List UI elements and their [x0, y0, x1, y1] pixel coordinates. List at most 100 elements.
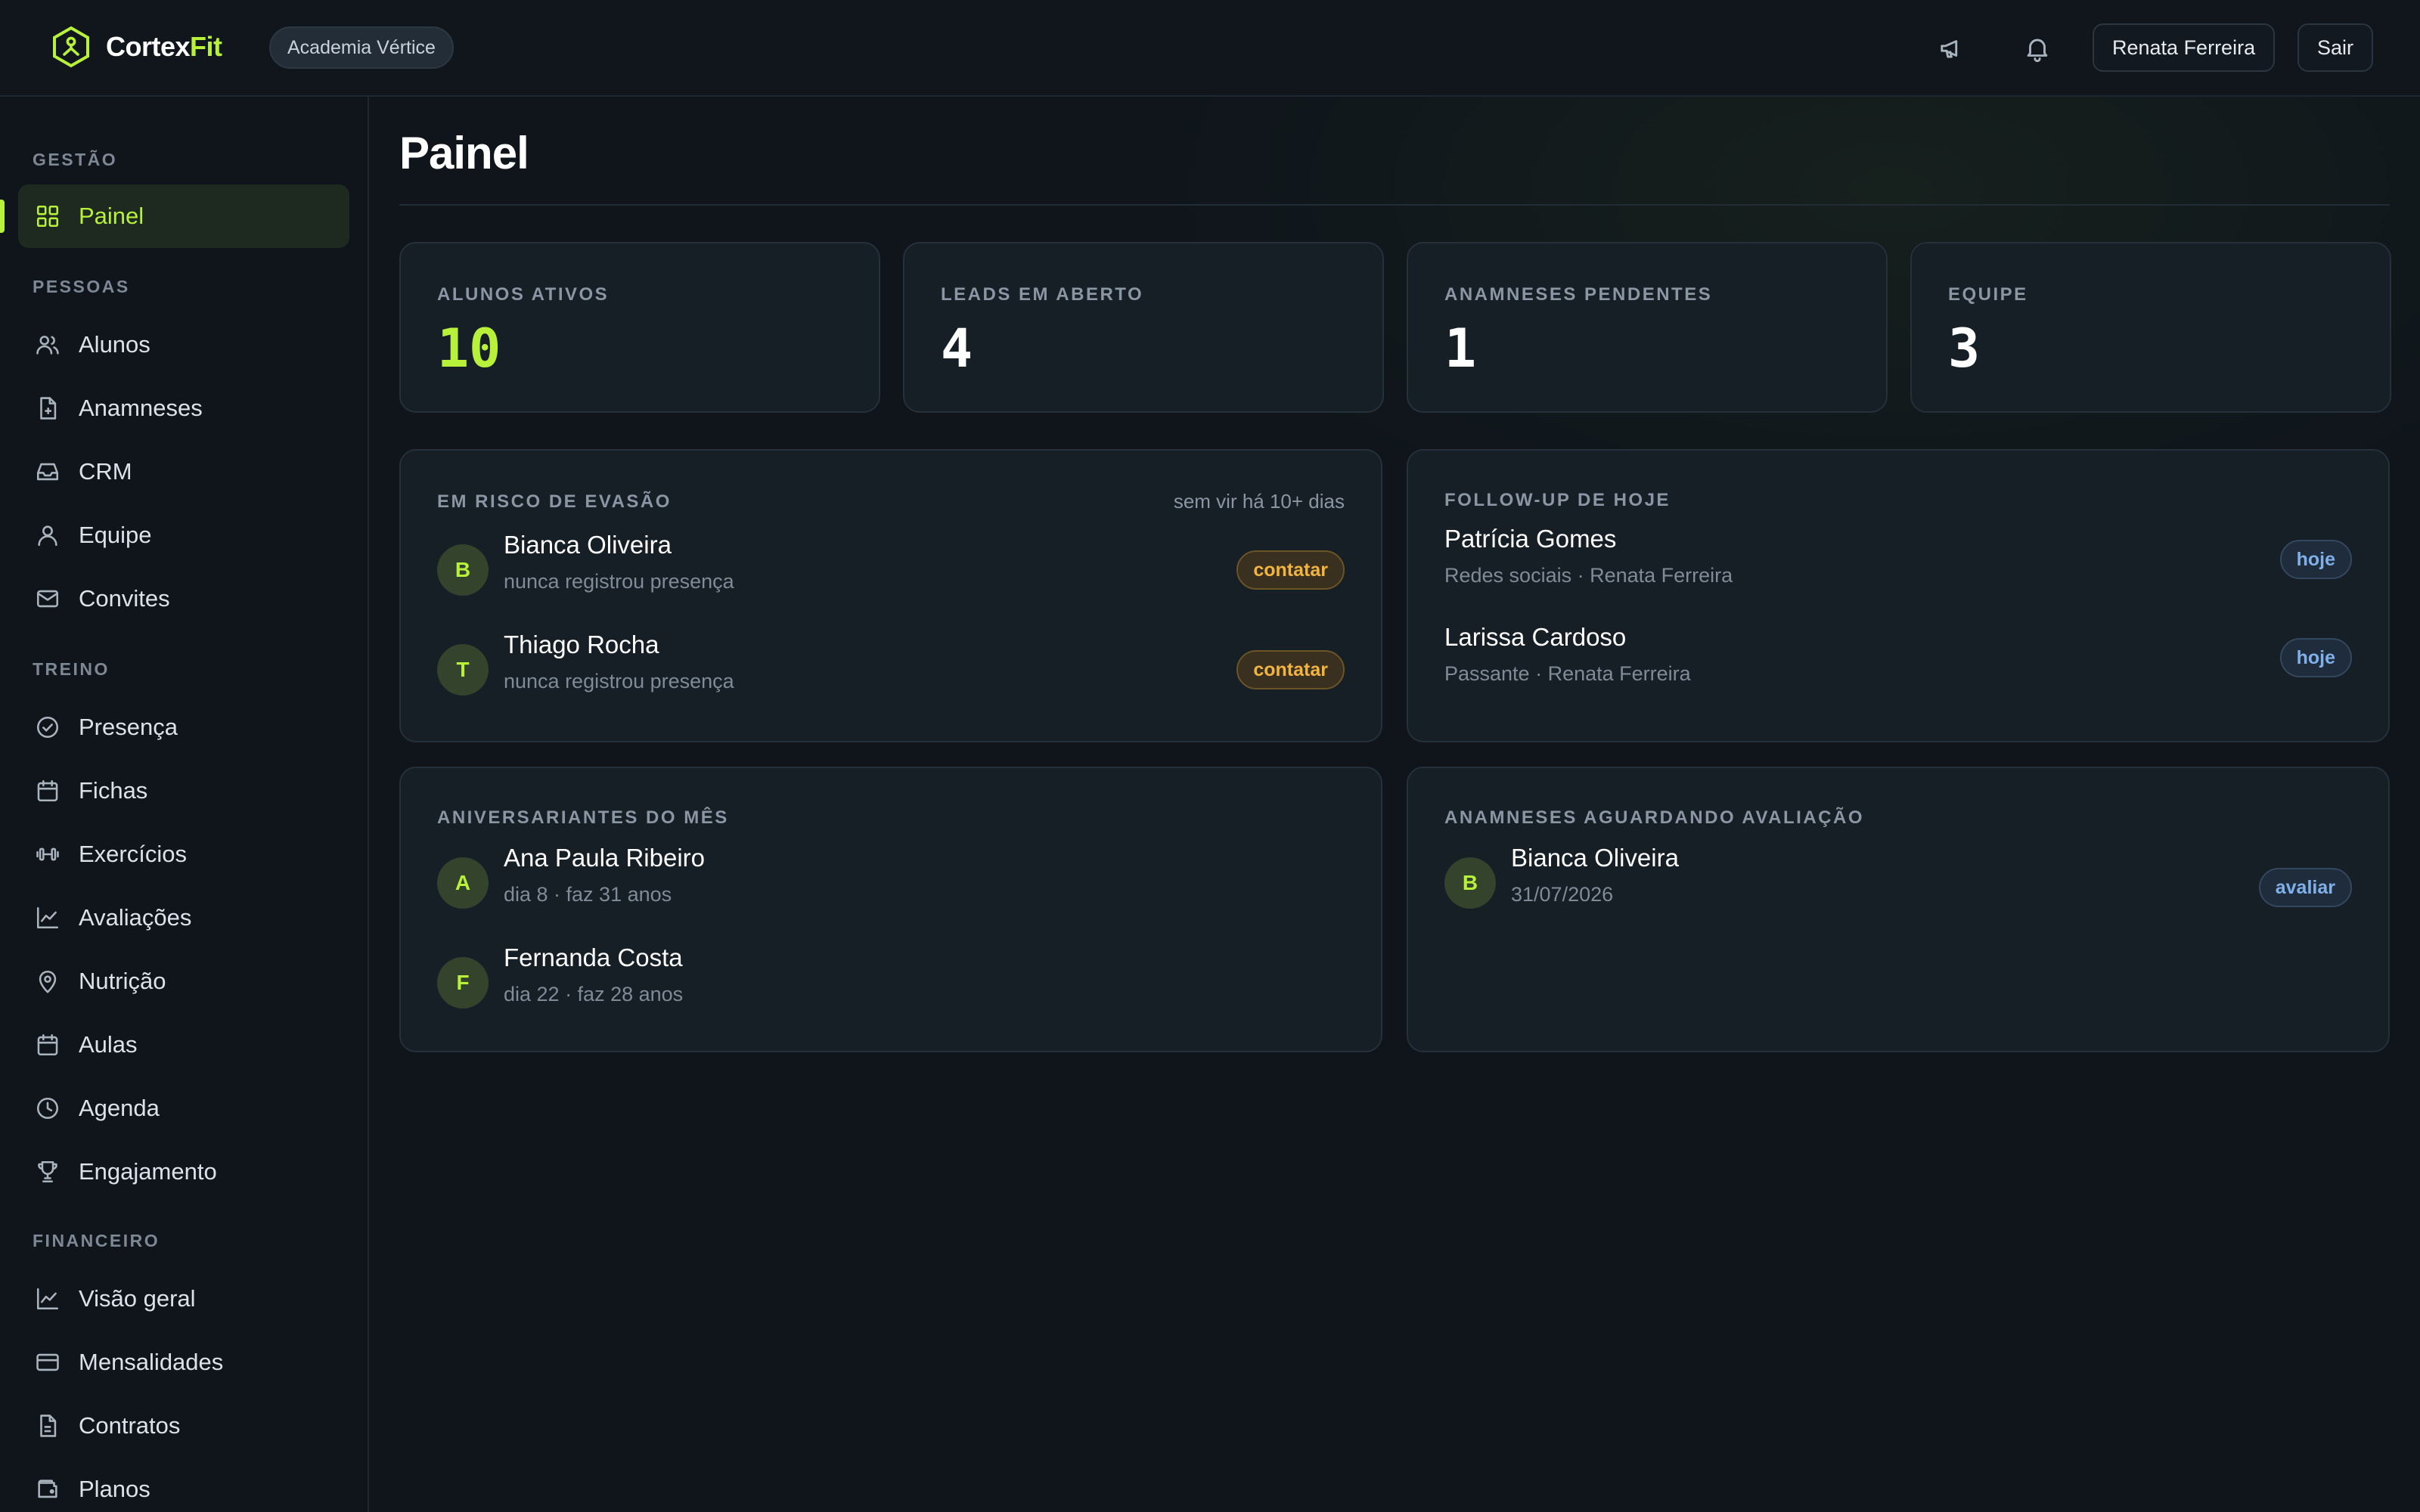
list-item[interactable]: B Bianca Oliveira nunca registrou presen… [437, 528, 1345, 603]
person-detail: dia 22 · faz 28 anos [504, 983, 684, 1005]
sidebar-item-equipe[interactable]: Equipe [18, 503, 349, 567]
sidebar-item-painel[interactable]: Painel [18, 184, 349, 248]
sidebar-item-label: Avaliações [79, 904, 192, 931]
stat-card-leads[interactable]: LEADS EM ABERTO 4 [903, 242, 1384, 413]
trophy-icon [38, 1160, 57, 1183]
sidebar-item-label: Equipe [79, 522, 152, 548]
person-name: Thiago Rocha [504, 631, 659, 658]
sidebar-item-mensalidades[interactable]: Mensalidades [18, 1331, 349, 1394]
list-item[interactable]: B Bianca Oliveira 31/07/2026 avaliar [1444, 841, 2352, 916]
person-name: Bianca Oliveira [1511, 844, 1679, 872]
person-name: Fernanda Costa [504, 943, 683, 971]
sidebar-item-alunos[interactable]: Alunos [18, 313, 349, 376]
sidebar-item-agenda[interactable]: Agenda [18, 1077, 349, 1140]
active-indicator [0, 200, 5, 233]
person-name: Patrícia Gomes [1444, 525, 1617, 553]
sidebar-item-label: Painel [79, 203, 144, 229]
check-circle-icon [36, 716, 59, 739]
sidebar-item-label: Exercícios [79, 841, 187, 867]
stat-value: 4 [941, 318, 973, 380]
stat-label: LEADS EM ABERTO [941, 284, 1144, 305]
hexagon-logo-icon [53, 26, 89, 68]
file-text-icon [40, 1414, 57, 1437]
stat-label: EQUIPE [1948, 284, 2028, 305]
list-item[interactable]: T Thiago Rocha nunca registrou presença … [437, 627, 1345, 703]
user-menu-button[interactable]: Renata Ferreira [2093, 23, 2276, 72]
stat-label: ALUNOS ATIVOS [437, 284, 610, 305]
sidebar-item-label: Aulas [79, 1031, 138, 1058]
chart-line-icon [36, 906, 59, 929]
sidebar-item-anamneses[interactable]: Anamneses [18, 376, 349, 440]
list-item[interactable]: F Fernanda Costa dia 22 · faz 28 anos [437, 940, 1345, 1016]
sidebar-item-avaliacoes[interactable]: Avaliações [18, 886, 349, 950]
credit-card-icon [36, 1353, 59, 1371]
stat-card-anamneses[interactable]: ANAMNESES PENDENTES 1 [1407, 242, 1888, 413]
sidebar-item-fichas[interactable]: Fichas [18, 759, 349, 823]
sidebar-section-pessoas: PESSOAS [33, 277, 130, 296]
sidebar-item-label: Presença [79, 714, 178, 740]
divider [399, 204, 2390, 206]
avatar: A [437, 857, 489, 909]
inbox-icon [36, 463, 59, 481]
logo[interactable]: CortexFit [51, 26, 222, 68]
brand-name-part1: Cortex [106, 31, 191, 62]
person-detail: dia 8 · faz 31 anos [504, 883, 672, 906]
logout-button[interactable]: Sair [2297, 23, 2374, 72]
list-item[interactable]: Larissa Cardoso Passante · Renata Ferrei… [1444, 620, 2352, 696]
sidebar-item-label: Contratos [79, 1412, 181, 1439]
sidebar-item-nutricao[interactable]: Nutrição [18, 950, 349, 1013]
sidebar-item-label: Engajamento [79, 1158, 217, 1185]
chart-line-icon [36, 1287, 59, 1310]
page-title: Painel [399, 128, 529, 178]
wallet-icon [38, 1479, 57, 1498]
sidebar-item-visao-geral[interactable]: Visão geral [18, 1267, 349, 1331]
birthdays-card: ANIVERSARIANTES DO MÊS A Ana Paula Ribei… [399, 767, 1382, 1052]
stat-card-alunos-ativos[interactable]: ALUNOS ATIVOS 10 [399, 242, 880, 413]
sidebar-item-label: Anamneses [79, 395, 203, 421]
sidebar-item-aulas[interactable]: Aulas [18, 1013, 349, 1077]
person-detail: Redes sociais · Renata Ferreira [1444, 564, 1733, 587]
card-title: EM RISCO DE EVASÃO [437, 491, 672, 512]
anamnesis-card: ANAMNESES AGUARDANDO AVALIAÇÃO B Bianca … [1407, 767, 2390, 1052]
topbar: CortexFit Academia Vértice Renata Ferrei… [0, 0, 2420, 97]
sidebar-item-label: Mensalidades [79, 1349, 224, 1375]
sidebar-item-engajamento[interactable]: Engajamento [18, 1140, 349, 1204]
sidebar-section-gestao: GESTÃO [33, 150, 118, 169]
sidebar-section-treino: TREINO [33, 659, 110, 679]
sidebar-item-presenca[interactable]: Presença [18, 696, 349, 759]
card-title: ANAMNESES AGUARDANDO AVALIAÇÃO [1444, 807, 1864, 828]
brand-name: CortexFit [106, 31, 222, 63]
sidebar-item-label: Agenda [79, 1095, 160, 1121]
stat-label: ANAMNESES PENDENTES [1444, 284, 1713, 305]
user-icon [38, 525, 57, 547]
contact-button[interactable]: contatar [1236, 550, 1345, 590]
organization-badge[interactable]: Academia Vértice [269, 26, 454, 69]
notifications-button[interactable] [2019, 30, 2055, 67]
person-name: Larissa Cardoso [1444, 623, 1627, 651]
sidebar-item-planos[interactable]: Planos [18, 1458, 349, 1512]
sidebar-item-contratos[interactable]: Contratos [18, 1394, 349, 1458]
sidebar-item-label: Alunos [79, 331, 150, 358]
app-root: CortexFit Academia Vértice Renata Ferrei… [0, 0, 2420, 1512]
contact-button[interactable]: contatar [1236, 650, 1345, 689]
sidebar-item-crm[interactable]: CRM [18, 440, 349, 503]
list-item[interactable]: Patrícia Gomes Redes sociais · Renata Fe… [1444, 522, 2352, 597]
sidebar-item-label: Fichas [79, 777, 148, 804]
sidebar: GESTÃO Painel PESSOAS Alunos Anamneses C… [0, 97, 369, 1512]
users-icon [36, 336, 59, 355]
evaluate-button[interactable]: avaliar [2258, 868, 2352, 907]
card-meta: sem vir há 10+ dias [1173, 490, 1345, 513]
bell-icon [2027, 39, 2048, 62]
list-item[interactable]: A Ana Paula Ribeiro dia 8 · faz 31 anos [437, 841, 1345, 916]
person-detail: nunca registrou presença [504, 570, 734, 593]
sidebar-item-label: CRM [79, 458, 132, 485]
status-badge: hoje [2279, 638, 2352, 677]
sidebar-item-exercicios[interactable]: Exercícios [18, 823, 349, 886]
sidebar-item-convites[interactable]: Convites [18, 567, 349, 631]
announcements-button[interactable] [1934, 30, 1971, 67]
person-detail: Passante · Renata Ferreira [1444, 662, 1691, 685]
stat-card-equipe[interactable]: EQUIPE 3 [1910, 242, 2391, 413]
sidebar-item-label: Convites [79, 585, 170, 612]
sidebar-section-financeiro: FINANCEIRO [33, 1231, 160, 1250]
avatar: T [437, 644, 489, 696]
